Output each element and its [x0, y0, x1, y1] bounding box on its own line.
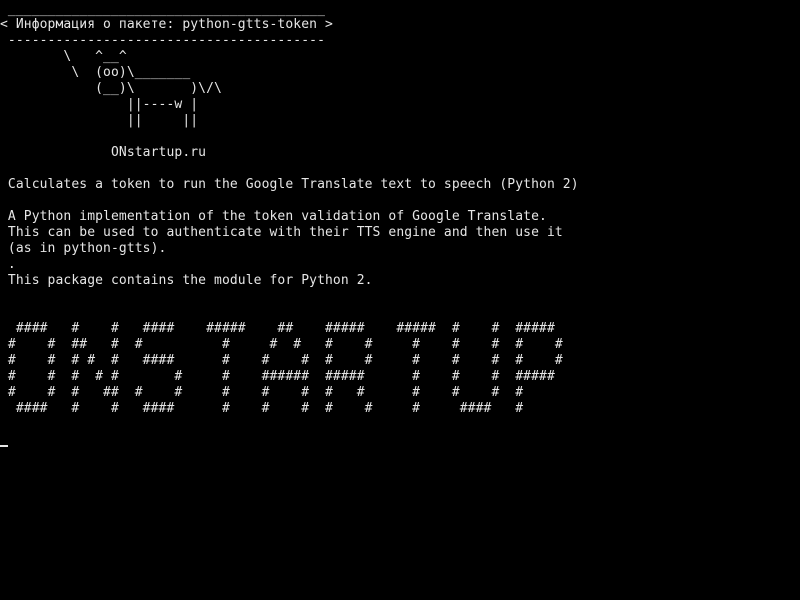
ascii-banner-line: # # ## # # # # # # # # # # # # — [0, 337, 563, 352]
description-line: This can be used to authenticate with th… — [0, 225, 563, 240]
cow-art-line: \ (oo)\_______ — [0, 65, 191, 80]
ascii-banner-line: # # # # # # # ###### ##### # # # ##### — [0, 369, 555, 384]
cow-art-line: ||----w | — [0, 97, 199, 112]
ascii-banner-line: #### # # #### # # # # # # #### # — [0, 401, 524, 416]
ascii-banner-line: #### # # #### ##### ## ##### ##### # # #… — [0, 321, 555, 336]
description-line: (as in python-gtts). — [0, 241, 167, 256]
ascii-banner-line: # # # ## # # # # # # # # # # # — [0, 385, 524, 400]
description-line: A Python implementation of the token val… — [0, 209, 547, 224]
cow-art-line: \ ^__^ — [0, 49, 127, 64]
site-label: ONstartup.ru — [0, 145, 207, 160]
cow-art-line: || || — [0, 113, 199, 128]
description-line: . — [0, 257, 16, 272]
cow-border-bottom: ---------------------------------------- — [0, 33, 325, 48]
package-info-title: < Информация о пакете: python-gtts-token… — [0, 17, 333, 32]
package-summary: Calculates a token to run the Google Tra… — [0, 177, 579, 192]
cow-border-top: ________________________________________ — [0, 2, 325, 17]
terminal-screen[interactable]: ________________________________________… — [0, 0, 800, 600]
ascii-banner-line: # # # # # #### # # # # # # # # # # — [0, 353, 563, 368]
description-line: This package contains the module for Pyt… — [0, 273, 373, 288]
cow-art-line: (__)\ )\/\ — [0, 81, 222, 96]
text-cursor — [0, 445, 8, 447]
